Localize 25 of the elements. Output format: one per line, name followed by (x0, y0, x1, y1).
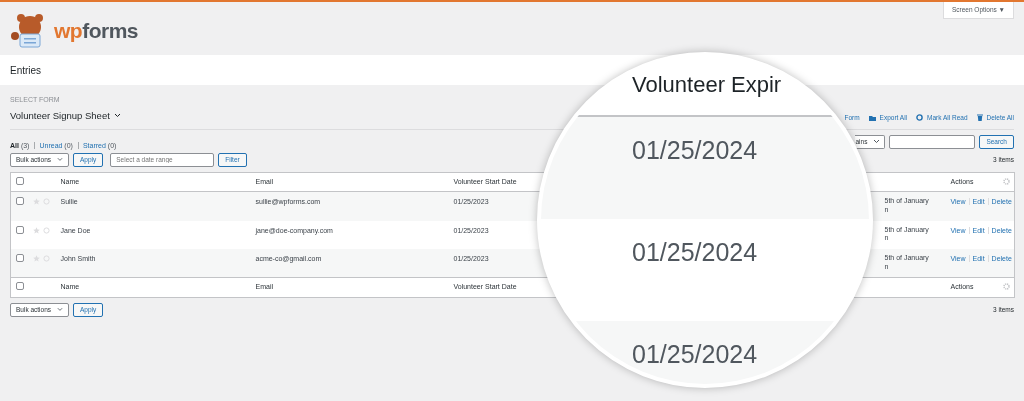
chevron-icon (57, 307, 63, 312)
checkbox[interactable] (16, 176, 24, 185)
chevron-icon (57, 157, 63, 163)
settings-icon (1003, 283, 1010, 290)
search-field[interactable] (889, 134, 976, 149)
chevron-icon[interactable] (113, 113, 121, 119)
checkbox[interactable] (16, 253, 24, 262)
logo-text: wpforms (54, 17, 139, 44)
folder-icon (868, 114, 876, 121)
circle-icon (916, 114, 924, 122)
page-title: Entries (10, 63, 42, 78)
checkbox[interactable] (16, 225, 24, 234)
magnified-cell: 01/25/2024 (632, 342, 758, 367)
trash-icon (976, 114, 983, 122)
checkbox[interactable] (16, 197, 24, 206)
chevron-icon (873, 139, 881, 145)
star-icon[interactable] (32, 226, 40, 234)
form-selector[interactable]: Volunteer Signup Sheet (10, 108, 110, 123)
settings-icon (1003, 177, 1010, 185)
magnified-column-header: Volunteer Expir (632, 74, 782, 96)
checkbox[interactable] (16, 282, 24, 290)
magnified-cell: 01/25/2024 (632, 138, 758, 163)
star-icon[interactable] (32, 198, 40, 206)
star-icon[interactable] (32, 254, 40, 262)
magnified-cell: 01/25/2024 (632, 240, 758, 265)
